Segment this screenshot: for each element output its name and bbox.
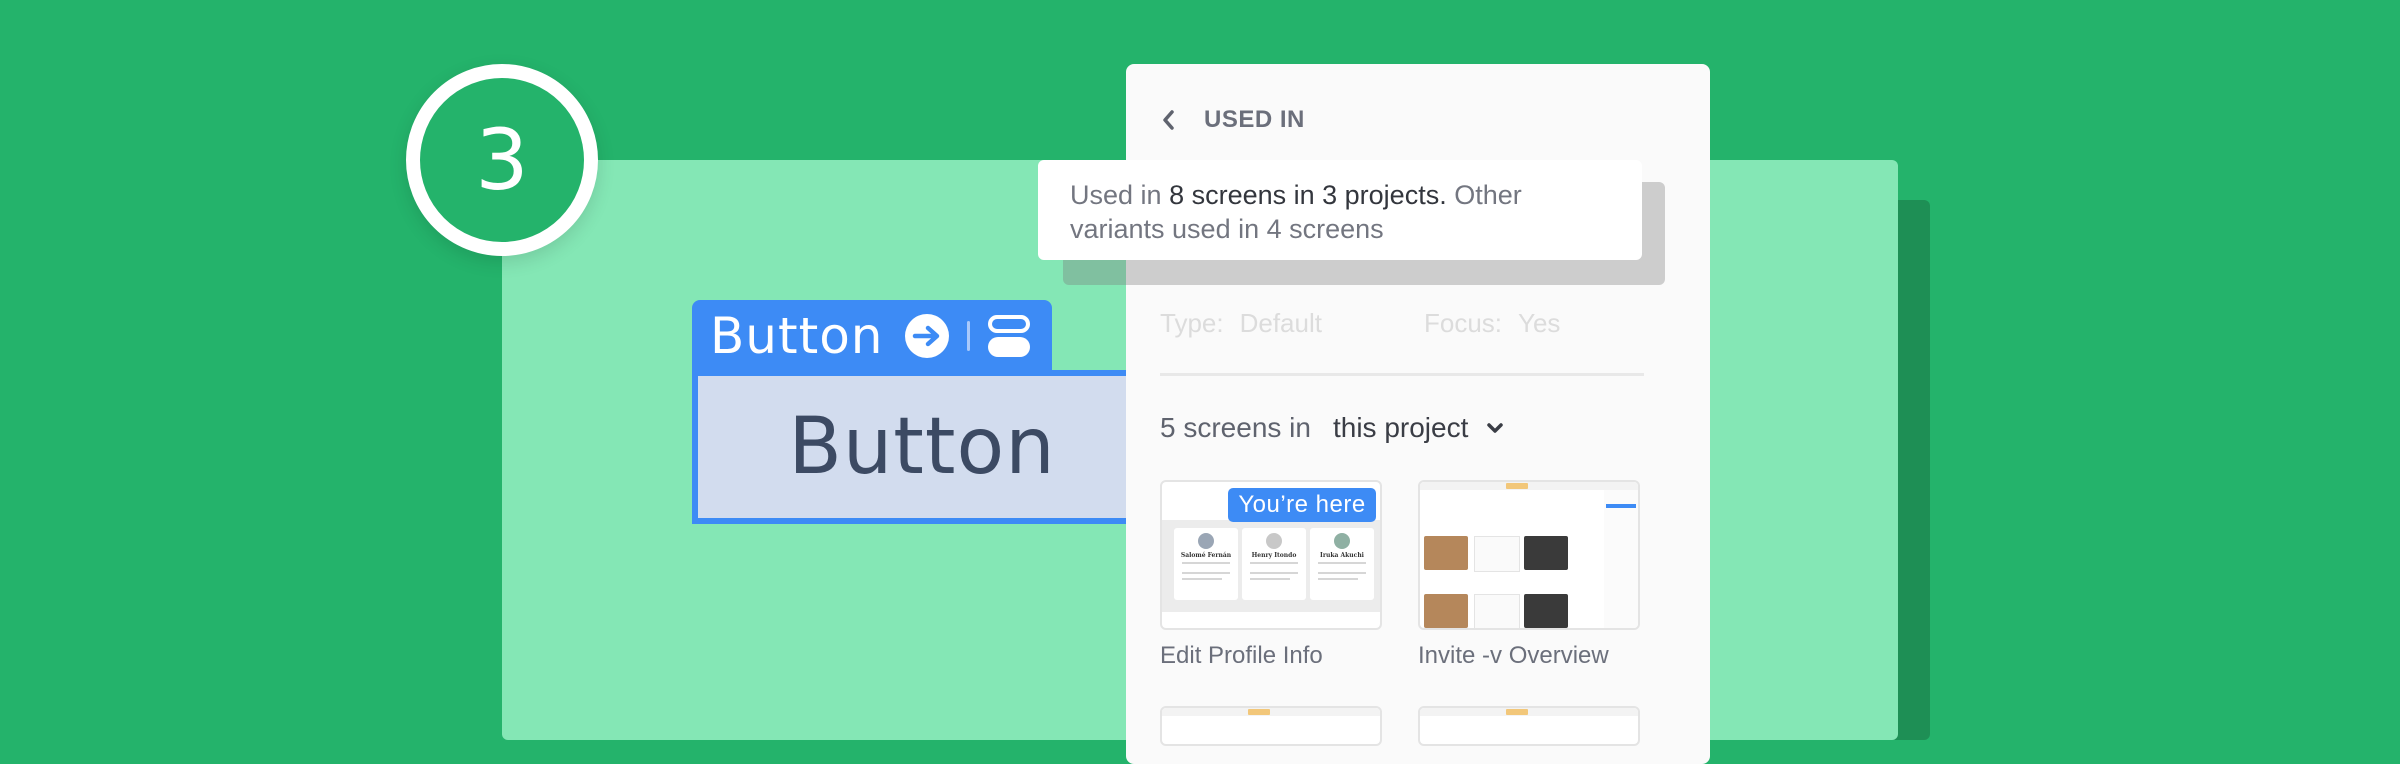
variants-icon[interactable] [988,315,1031,357]
mini-profile-name: Iruka Akuchi [1320,552,1364,559]
screen-label[interactable]: Invite -v Overview [1418,642,1609,670]
chevron-down-icon [1487,423,1504,433]
screen-label[interactable]: Edit Profile Info [1160,642,1323,670]
selected-component[interactable]: Button [692,370,1152,524]
variant-properties: Type: Default Focus: Yes [1160,308,1560,339]
separator [1160,373,1644,376]
screen-count: 5 screens in [1160,412,1311,443]
component-preview-text: Button [788,402,1056,492]
scope-dropdown[interactable]: this project [1333,412,1504,444]
screen-thumbnail[interactable] [1418,706,1640,746]
screen-thumbnail[interactable] [1160,706,1382,746]
mini-profile-name: Henry Itondo [1251,552,1297,559]
screen-thumbnail[interactable] [1418,480,1640,630]
component-name: Button [710,307,884,365]
usage-tooltip: Used in 8 screens in 3 projects. Other v… [1038,160,1642,260]
tooltip-text: Used in [1070,180,1170,210]
component-label-bar[interactable]: Button [692,300,1052,372]
property-value: Yes [1518,308,1561,338]
scope-selected: this project [1332,412,1469,443]
mini-profile-card: Salomé Fernán [1174,528,1238,600]
step-number: 3 [475,111,529,209]
panel-header: USED IN [1160,106,1305,134]
label-divider [967,321,971,351]
chevron-left-icon[interactable] [1160,108,1176,132]
mini-profile-card: Iruka Akuchi [1310,528,1374,600]
scope-row: 5 screens in this project [1160,412,1504,444]
step-badge: 3 [406,64,598,256]
mini-profile-name: Salomé Fernán [1180,552,1232,559]
property-value: Default [1239,308,1322,338]
property-label: Focus: [1423,308,1503,338]
tooltip-highlight: 8 screens in 3 projects. [1169,180,1447,210]
property-label: Type: [1160,308,1224,338]
mini-profile-card: Henry Itondo [1242,528,1306,600]
arrow-right-circle-icon[interactable] [905,314,950,358]
panel-title: USED IN [1204,106,1305,133]
you-are-here-badge: You’re here [1228,488,1376,522]
